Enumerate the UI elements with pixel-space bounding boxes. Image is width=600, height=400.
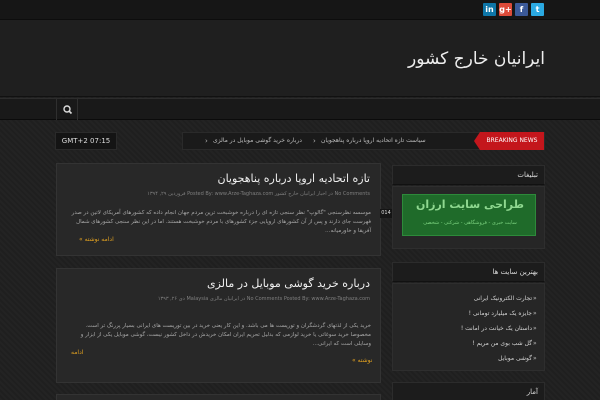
search-icon	[63, 105, 73, 115]
links-widget-header: بهترین سایت ها	[392, 262, 545, 282]
post-meta: No Comments در اخبار ایرانیان خارج کشور …	[147, 191, 370, 197]
ad-banner[interactable]: طراحی سایت ارزان سایت خبری - فروشگاهی - …	[402, 194, 536, 236]
ticker-item[interactable]: درباره خرید گوشی موبایل در مالزی	[213, 133, 302, 149]
stats-widget-header: آمار	[392, 382, 545, 400]
post-card	[56, 394, 381, 400]
main-nav	[0, 98, 600, 120]
read-more-link[interactable]: ادامه	[71, 349, 83, 356]
post-title[interactable]: درباره خرید گوشی موبایل در مالزی	[207, 277, 370, 290]
link-item[interactable]: گل شب بوی من مریم !	[472, 340, 532, 347]
post-card: تازه اتحادیه اروپا درباره پناهجویان No C…	[56, 163, 381, 256]
link-bullet: »	[533, 295, 537, 302]
read-more-link[interactable]: ادامه نوشته »	[79, 236, 114, 243]
site-title[interactable]: ایرانیان خارج کشور	[408, 49, 545, 69]
link-item[interactable]: تجارت الکترونیک ایرانی	[474, 295, 532, 302]
clock: GMT+2 07:15	[55, 132, 117, 150]
ticker-arrow: ›	[205, 137, 208, 145]
widget-title: آمار	[526, 388, 538, 396]
read-more-link[interactable]: نوشته »	[352, 357, 372, 364]
google-plus-icon[interactable]: g+	[499, 3, 512, 16]
linkedin-icon[interactable]: in	[483, 3, 496, 16]
top-bar: in g+ f t	[0, 0, 600, 20]
site-header: ایرانیان خارج کشور	[0, 20, 600, 97]
ads-widget-header: تبلیغات	[392, 165, 545, 185]
links-widget-body: تجارت الکترونیک ایرانی » جایزه یک میلیار…	[392, 283, 545, 371]
link-bullet: »	[533, 310, 537, 317]
post-card: درباره خرید گوشی موبایل در مالزی No Comm…	[56, 268, 381, 383]
link-bullet: »	[533, 340, 537, 347]
link-bullet: »	[533, 355, 537, 362]
post-excerpt: خرید یکی از لذتهای گردشگران و توریست ها …	[80, 323, 371, 347]
widget-title: بهترین سایت ها	[492, 268, 538, 276]
twitter-icon[interactable]: t	[531, 3, 544, 16]
ticker-arrow: ›	[313, 137, 316, 145]
post-title[interactable]: تازه اتحادیه اروپا درباره پناهجویان	[217, 172, 370, 185]
post-meta: No Comments Posted By: www.Arze-Taghaza.…	[157, 296, 370, 302]
widget-title: تبلیغات	[517, 171, 538, 179]
ad-banner-subtitle: سایت خبری - فروشگاهی - شرکتی - شخصی	[423, 220, 517, 226]
link-item[interactable]: داستان یک خیانت در امانت !	[461, 325, 532, 332]
search-button[interactable]	[56, 99, 78, 120]
facebook-icon[interactable]: f	[515, 3, 528, 16]
link-bullet: »	[533, 325, 537, 332]
ads-widget-body: طراحی سایت ارزان سایت خبری - فروشگاهی - …	[392, 186, 545, 249]
post-excerpt: موسسه نظرسنجی "گالوپ" نظر سنجی تازه ای ر…	[71, 210, 371, 234]
post-number-tag: 014	[380, 209, 392, 218]
ticker-item[interactable]: سیاست تازه اتحادیه اروپا درباره پناهجویا…	[321, 133, 426, 149]
link-item[interactable]: گوشی موبایل	[498, 355, 532, 362]
link-item[interactable]: جایزه یک میلیارد تومانی !	[469, 310, 532, 317]
breaking-news-label: BREAKING NEWS	[474, 132, 544, 150]
ad-banner-title: طراحی سایت ارزان	[415, 198, 524, 211]
breaking-news-ticker: › درباره خرید گوشی موبایل در مالزی › سیا…	[182, 132, 545, 150]
